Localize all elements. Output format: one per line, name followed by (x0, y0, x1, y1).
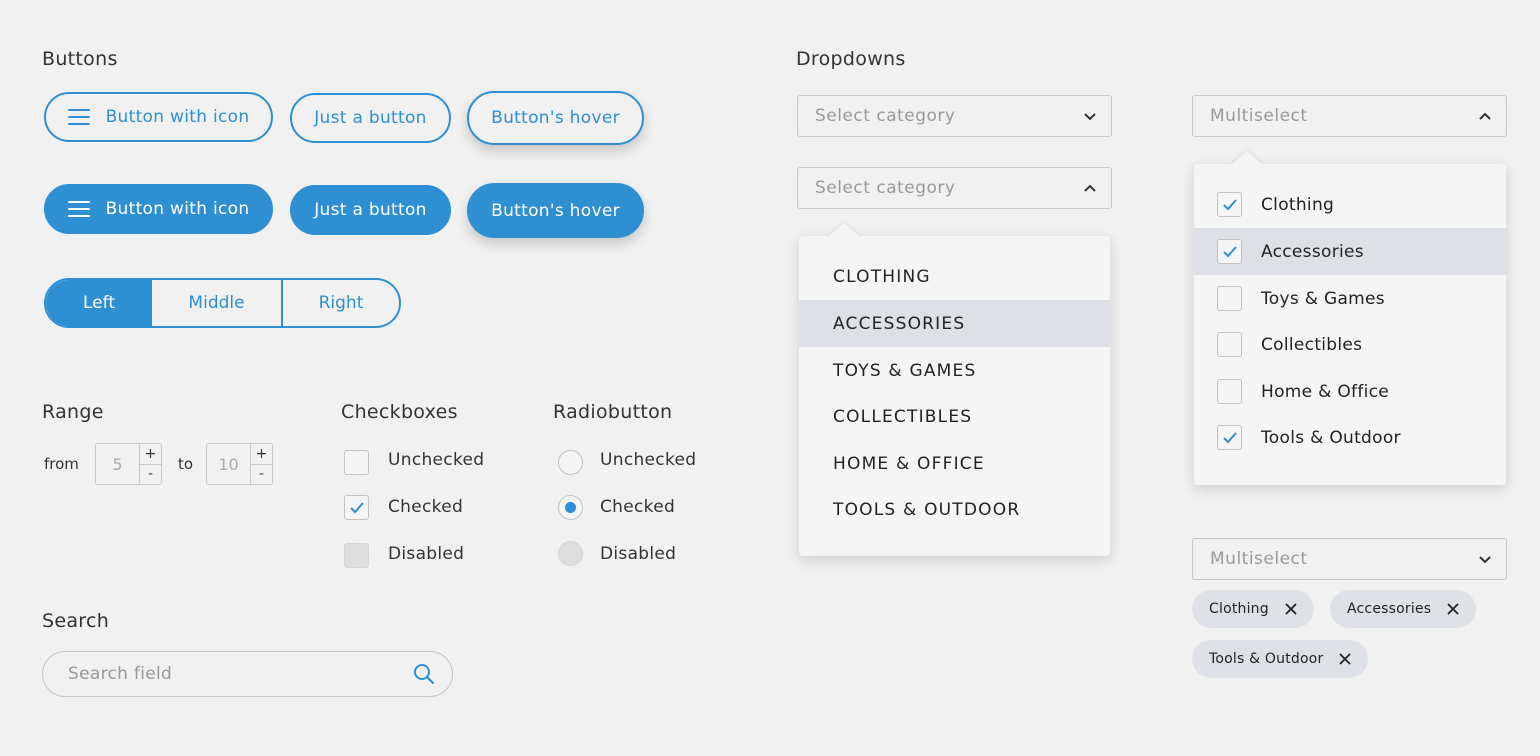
outline-just-a-button[interactable]: Just a button (290, 93, 451, 143)
filled-button-with-icon-label: Button with icon (105, 199, 250, 219)
dropdown-item-clothing[interactable]: CLOTHING (799, 253, 1110, 300)
segment-left[interactable]: Left (46, 280, 152, 326)
checkbox-disabled-label: Disabled (388, 544, 465, 564)
category-select-closed[interactable]: Select category (797, 95, 1112, 137)
segment-middle[interactable]: Middle (152, 280, 283, 326)
tag-accessories: Accessories (1330, 590, 1477, 628)
dropdown-caret (828, 223, 860, 237)
dropdowns-section-title: Dropdowns (796, 48, 906, 70)
checkbox-disabled (344, 543, 369, 568)
range-to-increment[interactable]: + (251, 444, 272, 465)
multiselect-checkbox-checked[interactable] (1217, 192, 1242, 217)
filled-button-with-icon[interactable]: Button with icon (44, 184, 273, 234)
multiselect-item-collectibles[interactable]: Collectibles (1194, 321, 1506, 368)
multiselect-item-label: Collectibles (1261, 334, 1363, 355)
hamburger-menu-icon (67, 201, 90, 217)
check-icon (1222, 432, 1237, 444)
multiselect-item-home-office[interactable]: Home & Office (1194, 368, 1506, 415)
check-icon (1222, 199, 1237, 211)
chevron-down-icon (1084, 113, 1096, 121)
filled-hover-button[interactable]: Button's hover (467, 183, 644, 238)
radio-unchecked[interactable] (558, 450, 583, 475)
multiselect-item-label: Tools & Outdoor (1261, 427, 1401, 448)
multiselect-checkbox-unchecked[interactable] (1217, 379, 1242, 404)
close-icon[interactable] (1285, 603, 1297, 615)
check-icon (1222, 246, 1237, 258)
range-from-increment[interactable]: + (140, 444, 161, 465)
multiselect-closed-placeholder: Multiselect (1210, 549, 1308, 569)
close-icon[interactable] (1339, 653, 1352, 665)
multiselect-placeholder: Multiselect (1210, 106, 1308, 126)
multiselect-closed[interactable]: Multiselect (1192, 538, 1507, 580)
dropdown-item-collectibles[interactable]: COLLECTIBLES (799, 393, 1110, 440)
tag-tools-outdoor: Tools & Outdoor (1192, 640, 1369, 678)
dropdown-item-home-office[interactable]: HOME & OFFICE (799, 440, 1110, 487)
multiselect-item-tools-outdoor[interactable]: Tools & Outdoor (1194, 414, 1506, 461)
checkboxes-section-title: Checkboxes (341, 401, 458, 423)
multiselect-checkbox-checked[interactable] (1217, 239, 1242, 264)
radio-disabled-label: Disabled (600, 544, 677, 564)
range-section-title: Range (42, 401, 104, 423)
dropdown-item-tools-outdoor[interactable]: TOOLS & OUTDOOR (799, 486, 1110, 533)
outline-button-with-icon-label: Button with icon (105, 107, 250, 127)
multiselect-checkbox-checked[interactable] (1217, 425, 1242, 450)
category-select-open-placeholder: Select category (815, 178, 956, 198)
checkbox-unchecked-label: Unchecked (388, 450, 485, 470)
chevron-down-icon (1479, 556, 1491, 564)
range-to-stepper[interactable]: 10 + - (206, 443, 273, 485)
multiselect-item-label: Accessories (1261, 241, 1364, 262)
category-dropdown-list: CLOTHING ACCESSORIES TOYS & GAMES COLLEC… (799, 236, 1110, 556)
multiselect-checkbox-unchecked[interactable] (1217, 332, 1242, 357)
tag-clothing: Clothing (1192, 590, 1314, 628)
radiobutton-section-title: Radiobutton (553, 401, 673, 423)
radio-disabled (558, 541, 583, 566)
multiselect-item-accessories[interactable]: Accessories (1194, 228, 1506, 275)
tag-label: Accessories (1347, 601, 1432, 617)
category-select-placeholder: Select category (815, 106, 956, 126)
buttons-section-title: Buttons (42, 48, 118, 70)
range-to-label: to (178, 455, 194, 473)
range-from-decrement[interactable]: - (140, 465, 161, 485)
range-from-label: from (44, 455, 79, 473)
checkbox-unchecked[interactable] (344, 450, 369, 475)
multiselect-item-label: Clothing (1261, 194, 1335, 215)
hamburger-menu-icon (67, 109, 90, 125)
search-icon[interactable] (412, 662, 436, 686)
radio-dot (565, 502, 576, 513)
tag-label: Tools & Outdoor (1209, 651, 1324, 667)
checkbox-checked-label: Checked (388, 497, 464, 517)
dropdown-item-accessories[interactable]: ACCESSORIES (799, 300, 1110, 347)
radio-checked[interactable] (558, 495, 583, 520)
search-placeholder: Search field (68, 664, 173, 684)
chevron-up-icon (1479, 112, 1491, 120)
range-to-decrement[interactable]: - (251, 465, 272, 485)
multiselect-item-label: Toys & Games (1261, 288, 1385, 309)
segmented-control: Left Middle Right (44, 278, 401, 328)
multiselect-checkbox-unchecked[interactable] (1217, 286, 1242, 311)
checkbox-checked[interactable] (344, 495, 369, 520)
range-to-value[interactable]: 10 (207, 444, 251, 484)
multiselect-item-toys-games[interactable]: Toys & Games (1194, 275, 1506, 322)
outline-button-with-icon[interactable]: Button with icon (44, 92, 273, 142)
multiselect-item-clothing[interactable]: Clothing (1194, 181, 1506, 228)
tag-label: Clothing (1209, 601, 1269, 617)
dropdown-item-toys-games[interactable]: TOYS & GAMES (799, 347, 1110, 394)
chevron-up-icon (1084, 184, 1096, 192)
multiselect-caret (1231, 151, 1263, 165)
category-select-open[interactable]: Select category (797, 167, 1112, 209)
radio-unchecked-label: Unchecked (600, 450, 697, 470)
multiselect-item-label: Home & Office (1261, 381, 1390, 402)
search-section-title: Search (42, 610, 110, 632)
range-from-stepper[interactable]: 5 + - (95, 443, 162, 485)
search-input[interactable]: Search field (42, 651, 453, 697)
close-icon[interactable] (1447, 603, 1459, 615)
multiselect-open[interactable]: Multiselect (1192, 95, 1507, 137)
range-from-value[interactable]: 5 (96, 444, 140, 484)
segment-right[interactable]: Right (283, 280, 399, 326)
filled-just-a-button[interactable]: Just a button (290, 185, 451, 235)
multiselect-list: Clothing Accessories Toys & Games Collec… (1194, 164, 1506, 485)
radio-checked-label: Checked (600, 497, 676, 517)
outline-hover-button[interactable]: Button's hover (467, 91, 644, 145)
check-icon (349, 502, 364, 514)
